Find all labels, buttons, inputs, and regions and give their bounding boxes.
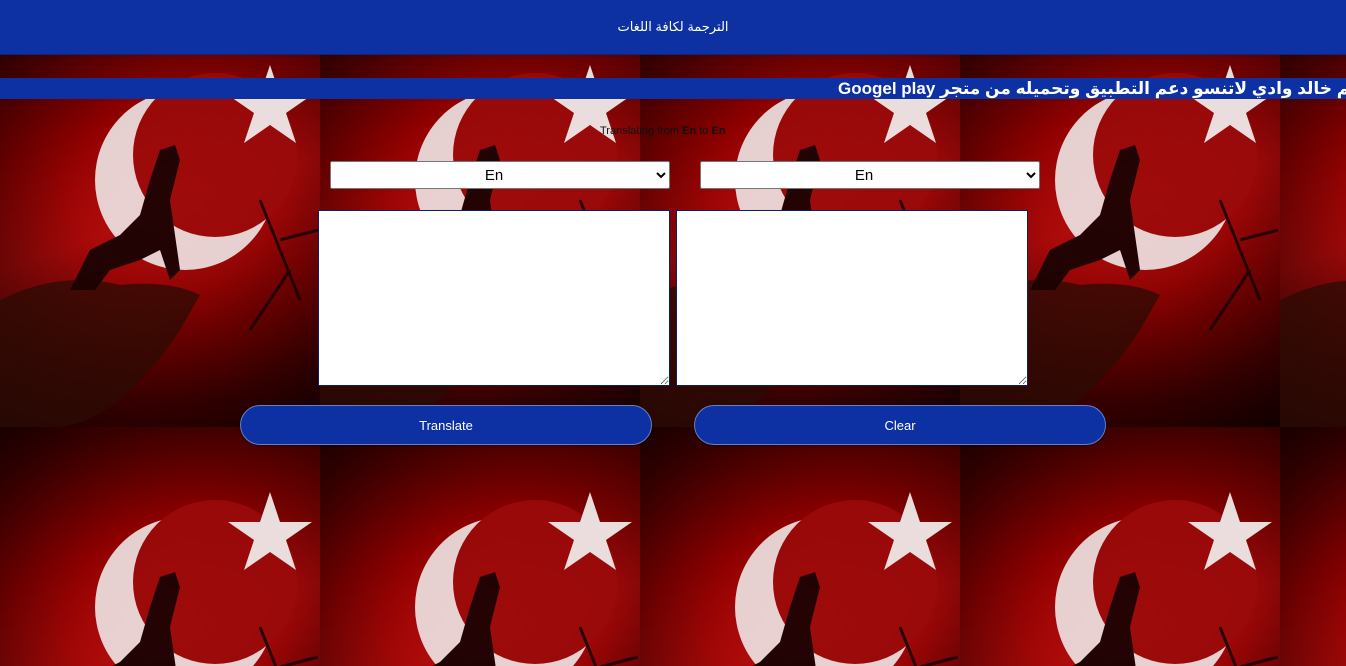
translate-button[interactable]: Translate [240,405,652,445]
status-prefix: Translating from [600,125,680,137]
page-title: الترجمة لكافة اللغات [617,19,729,34]
source-text-input[interactable] [318,210,670,386]
status-middle: to [699,125,709,137]
status-from-language: En [682,125,697,137]
background-wallpaper [0,0,1346,666]
clear-button[interactable]: Clear [694,405,1106,445]
marquee-text: معكم خالد وادي لاتنسو دعم التطبيق وتحميل… [838,79,1346,98]
translation-status: Translating from En to En [600,125,726,137]
status-to-language: En [711,125,726,137]
source-language-select[interactable]: En [330,161,670,189]
app-header: الترجمة لكافة اللغات [0,0,1346,55]
translated-text-output[interactable] [676,210,1028,386]
target-language-select[interactable]: En [700,161,1040,189]
announcement-marquee: معكم خالد وادي لاتنسو دعم التطبيق وتحميل… [0,78,1346,99]
